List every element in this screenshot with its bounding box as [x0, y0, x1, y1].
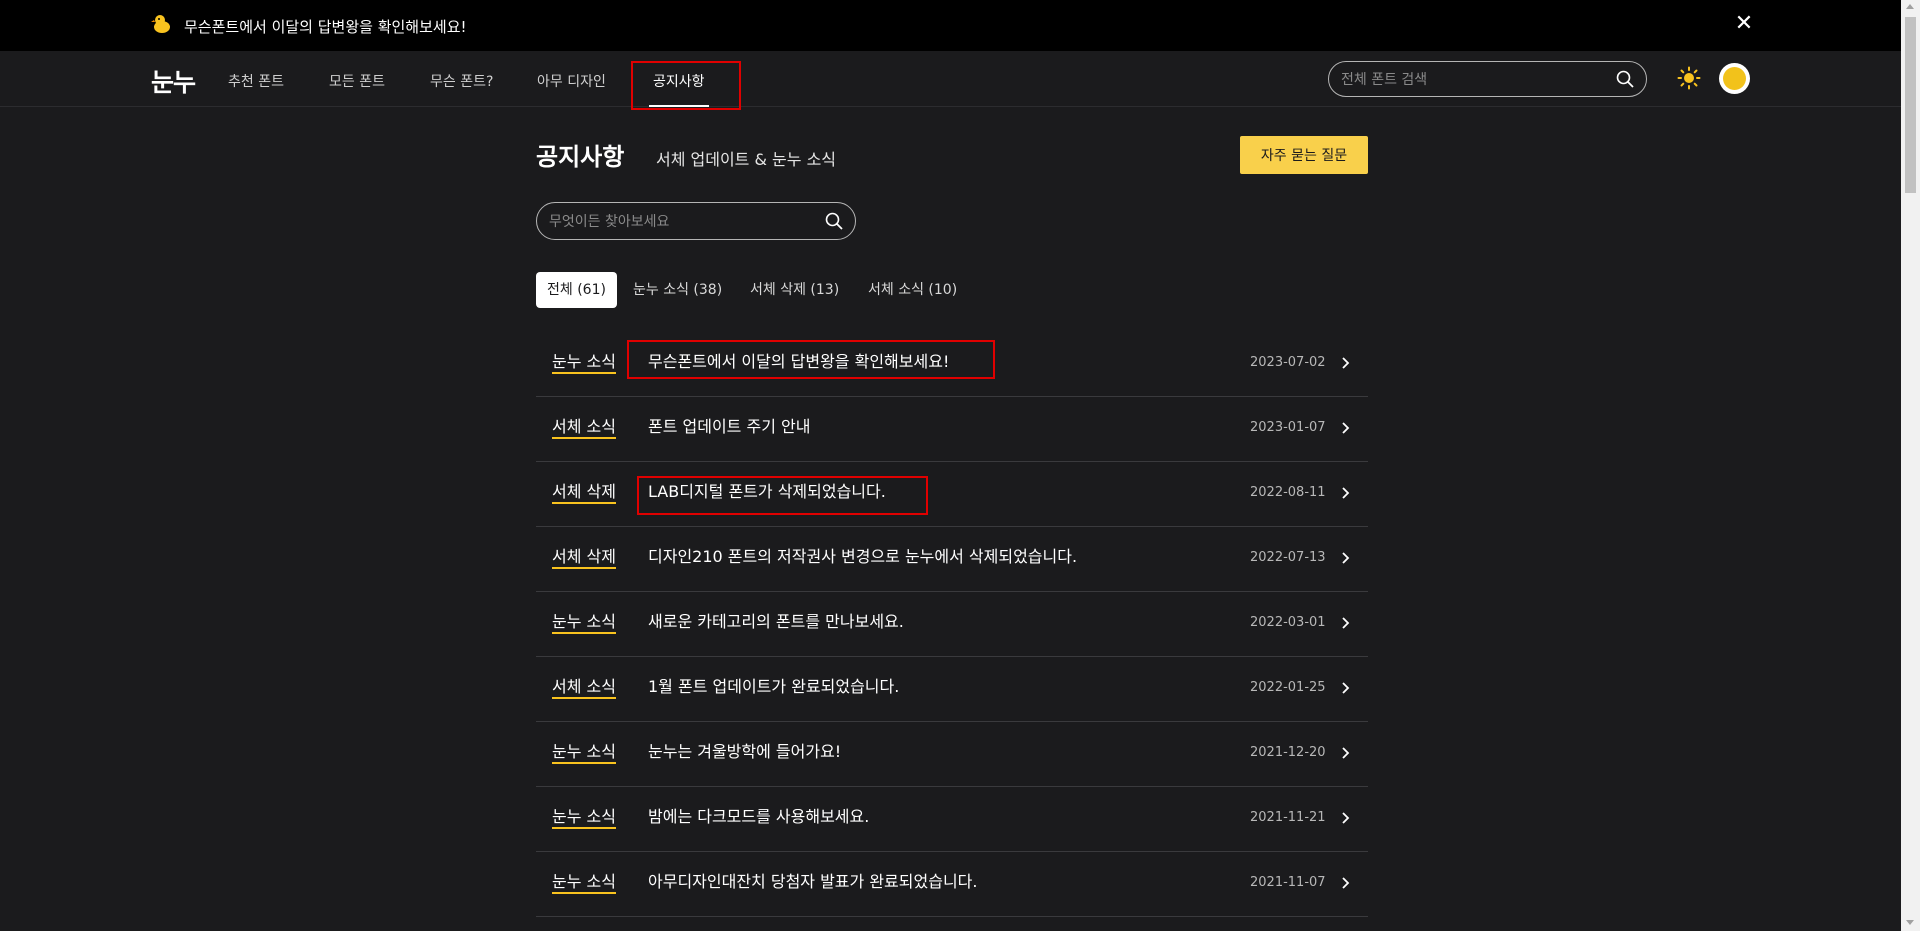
- notice-date: 2022-01-25: [1250, 680, 1326, 695]
- notice-title[interactable]: 새로운 카테고리의 폰트를 만나보세요.: [648, 612, 904, 632]
- notice-category[interactable]: 눈누 소식: [552, 872, 616, 894]
- notice-row[interactable]: 서체 삭제 LAB디지털 폰트가 삭제되었습니다. 2022-08-11: [536, 462, 1368, 527]
- chevron-right-icon[interactable]: [1339, 874, 1353, 892]
- notice-search[interactable]: [536, 202, 856, 240]
- notice-row[interactable]: 눈누 소식 눈누는 겨울방학에 들어가요! 2021-12-20: [536, 722, 1368, 787]
- site-logo[interactable]: 눈누: [151, 63, 196, 99]
- notice-date: 2023-07-02: [1250, 355, 1326, 370]
- notice-row[interactable]: 서체 소식 폰트 업데이트 주기 안내 2023-01-07: [536, 397, 1368, 462]
- nav-item-recommended[interactable]: 추천 폰트: [228, 71, 284, 91]
- notice-category[interactable]: 눈누 소식: [552, 352, 616, 374]
- notice-title[interactable]: 밤에는 다크모드를 사용해보세요.: [648, 807, 869, 827]
- notice-category[interactable]: 눈누 소식: [552, 612, 616, 634]
- avatar-face-icon: [1723, 67, 1746, 90]
- nav-item-what-font[interactable]: 무슨 폰트?: [430, 71, 493, 91]
- notice-category[interactable]: 눈누 소식: [552, 807, 616, 829]
- scroll-down-icon[interactable]: [1906, 920, 1914, 925]
- chevron-right-icon[interactable]: [1339, 679, 1353, 697]
- sun-icon[interactable]: [1677, 66, 1701, 90]
- nav-notices-highlight: [631, 61, 741, 110]
- notice-title[interactable]: 1월 폰트 업데이트가 완료되었습니다.: [648, 677, 899, 697]
- chevron-right-icon[interactable]: [1339, 549, 1353, 567]
- chevron-right-icon[interactable]: [1339, 354, 1353, 372]
- notice-title[interactable]: 아무디자인대잔치 당첨자 발표가 완료되었습니다.: [648, 872, 977, 892]
- banner-text[interactable]: 무슨폰트에서 이달의 답변왕을 확인해보세요!: [184, 16, 467, 37]
- notice-row[interactable]: 눈누 소식 아무디자인대잔치 당첨자 발표가 완료되었습니다. 2021-11-…: [536, 852, 1368, 917]
- notice-row[interactable]: 눈누 소식 새로운 카테고리의 폰트를 만나보세요. 2022-03-01: [536, 592, 1368, 657]
- notice-category[interactable]: 서체 소식: [552, 417, 616, 439]
- chevron-right-icon[interactable]: [1339, 744, 1353, 762]
- chevron-right-icon[interactable]: [1339, 809, 1353, 827]
- page-scrollbar[interactable]: [1901, 0, 1920, 931]
- notice-row[interactable]: 서체 삭제 디자인210 폰트의 저작권사 변경으로 눈누에서 삭제되었습니다.…: [536, 527, 1368, 592]
- scrollbar-thumb[interactable]: [1905, 17, 1916, 193]
- notice-row[interactable]: 서체 소식 1월 폰트 업데이트가 완료되었습니다. 2022-01-25: [536, 657, 1368, 722]
- notice-title[interactable]: LAB디지털 폰트가 삭제되었습니다.: [648, 482, 886, 502]
- notice-date: 2022-08-11: [1250, 485, 1326, 500]
- notice-date: 2022-03-01: [1250, 615, 1326, 630]
- filter-nunu-news[interactable]: 눈누 소식 (38): [622, 272, 733, 308]
- scroll-up-icon[interactable]: [1906, 4, 1914, 9]
- search-icon[interactable]: [1616, 70, 1634, 88]
- notice-category[interactable]: 서체 삭제: [552, 482, 616, 504]
- chevron-right-icon[interactable]: [1339, 419, 1353, 437]
- close-icon[interactable]: ✕: [1733, 12, 1755, 36]
- notice-date: 2021-12-20: [1250, 745, 1326, 760]
- notice-date: 2023-01-07: [1250, 420, 1326, 435]
- notice-date: 2022-07-13: [1250, 550, 1326, 565]
- notice-date: 2021-11-07: [1250, 875, 1326, 890]
- chevron-right-icon[interactable]: [1339, 614, 1353, 632]
- notice-title[interactable]: 디자인210 폰트의 저작권사 변경으로 눈누에서 삭제되었습니다.: [648, 547, 1077, 567]
- notice-row[interactable]: 눈누 소식 밤에는 다크모드를 사용해보세요. 2021-11-21: [536, 787, 1368, 852]
- notice-row[interactable]: 눈누 소식 무슨폰트에서 이달의 답변왕을 확인해보세요! 2023-07-02: [536, 332, 1368, 397]
- main-nav: 눈누 추천 폰트 모든 폰트 무슨 폰트? 아무 디자인 공지사항: [0, 51, 1901, 107]
- notice-category[interactable]: 눈누 소식: [552, 742, 616, 764]
- faq-button[interactable]: 자주 묻는 질문: [1240, 136, 1368, 174]
- notice-title[interactable]: 눈누는 겨울방학에 들어가요!: [648, 742, 841, 762]
- chevron-right-icon[interactable]: [1339, 484, 1353, 502]
- notice-title[interactable]: 폰트 업데이트 주기 안내: [648, 417, 810, 437]
- page-subtitle: 서체 업데이트 & 눈누 소식: [656, 150, 837, 169]
- global-search-input[interactable]: [1341, 70, 1601, 90]
- notice-search-input[interactable]: [549, 212, 809, 232]
- announcement-banner[interactable]: 무슨폰트에서 이달의 답변왕을 확인해보세요! ✕: [0, 0, 1901, 51]
- notice-date: 2021-11-21: [1250, 810, 1326, 825]
- page-title: 공지사항: [536, 143, 625, 171]
- global-search[interactable]: [1328, 61, 1647, 97]
- search-icon[interactable]: [825, 212, 843, 230]
- notice-title[interactable]: 무슨폰트에서 이달의 답변왕을 확인해보세요!: [648, 352, 949, 372]
- avatar[interactable]: [1719, 63, 1750, 94]
- notice-category[interactable]: 서체 삭제: [552, 547, 616, 569]
- nav-item-all-fonts[interactable]: 모든 폰트: [329, 71, 385, 91]
- filter-font-deleted[interactable]: 서체 삭제 (13): [739, 272, 850, 308]
- filter-all[interactable]: 전체 (61): [536, 272, 617, 308]
- nav-item-any-design[interactable]: 아무 디자인: [537, 71, 606, 91]
- filter-font-news[interactable]: 서체 소식 (10): [857, 272, 968, 308]
- notice-category[interactable]: 서체 소식: [552, 677, 616, 699]
- duck-icon: [151, 15, 170, 33]
